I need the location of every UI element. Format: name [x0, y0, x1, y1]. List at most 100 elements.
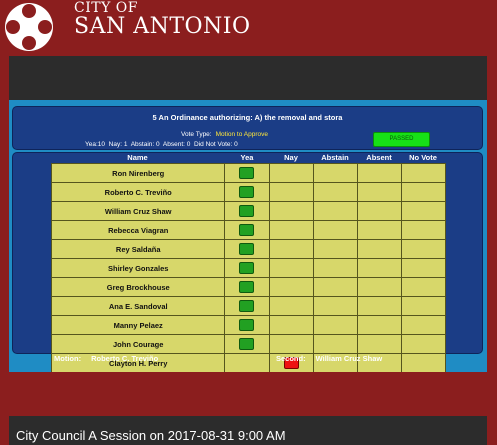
vote-cell-no-vote — [400, 239, 447, 259]
vote-cell-no-vote — [400, 163, 447, 183]
column-header-abstain: Abstain — [321, 153, 349, 162]
yea-vote-marker — [239, 299, 255, 312]
vote-cell-no-vote — [400, 353, 447, 373]
vote-cell-yea — [224, 163, 270, 183]
vote-cell-abstain — [312, 258, 358, 278]
member-name: Ana E. Sandoval — [50, 296, 226, 316]
vote-cell-yea — [224, 201, 270, 221]
column-header-nay: Nay — [284, 153, 298, 162]
member-name: Shirley Gonzales — [50, 258, 226, 278]
vote-cell-abstain — [312, 239, 358, 259]
absent-label: Absent: — [162, 141, 185, 148]
vote-cell-absent — [356, 258, 402, 278]
vote-cell-nay — [268, 334, 314, 354]
column-header-absent: Absent — [366, 153, 392, 162]
yea-label: Yea: — [85, 141, 98, 148]
vote-cell-absent — [356, 201, 402, 221]
did-not-vote-label: Did Not Vote: — [194, 141, 233, 148]
vote-cell-absent — [356, 315, 402, 335]
yea-vote-marker — [239, 223, 255, 236]
vote-cell-abstain — [312, 334, 358, 354]
vote-cell-yea — [224, 334, 270, 354]
table-row: Ana E. Sandoval — [50, 296, 447, 316]
city-seal-icon[interactable] — [4, 2, 54, 52]
vote-cell-yea — [224, 220, 270, 240]
vote-type-label: Vote Type: — [181, 131, 212, 138]
vote-cell-yea — [224, 296, 270, 316]
vote-cell-yea — [224, 182, 270, 202]
yea-count: 10 — [97, 141, 106, 148]
member-name: Rey Saldaña — [50, 239, 226, 259]
vote-cell-nay — [268, 277, 314, 297]
vote-cell-nay — [268, 315, 314, 335]
vote-cell-absent — [356, 277, 402, 297]
vote-cell-nay — [268, 220, 314, 240]
vote-cell-absent — [356, 220, 402, 240]
motion-label: Motion: — [54, 354, 82, 363]
nay-count: 1 — [123, 141, 128, 148]
vote-cell-abstain — [312, 182, 358, 202]
member-name: Greg Brockhouse — [50, 277, 226, 297]
vote-table: Ron Nirenberg Roberto C. Treviño William C… — [50, 163, 447, 373]
vote-cell-nay — [268, 239, 314, 259]
agenda-item-title: 5 An Ordinance authorizing: A) the remov… — [152, 113, 343, 122]
player-footer — [9, 372, 487, 416]
member-name: Rebecca Viagran — [50, 220, 226, 240]
member-name: William Cruz Shaw — [50, 201, 226, 221]
vote-cell-absent — [356, 296, 402, 316]
yea-vote-marker — [239, 280, 255, 293]
motion-info: Motion: Roberto C. Treviño — [54, 354, 158, 363]
table-row: John Courage — [50, 334, 447, 354]
session-caption[interactable]: City Council A Session on 2017-08-31 9:0… — [16, 428, 286, 443]
nay-label: Nay: — [108, 141, 123, 148]
vote-cell-yea — [224, 315, 270, 335]
vote-cell-yea — [224, 277, 270, 297]
yea-vote-marker — [239, 261, 255, 274]
vote-tally: Yea:10 Nay: 1 Abstain: 0 Absent: 0 Did N… — [85, 141, 238, 148]
member-name: Roberto C. Treviño — [50, 182, 226, 202]
second-value: William Cruz Shaw — [315, 354, 383, 363]
yea-vote-marker — [239, 166, 255, 179]
abstain-label: Abstain: — [130, 141, 155, 148]
vote-cell-abstain — [312, 315, 358, 335]
vote-cell-absent — [356, 182, 402, 202]
passed-badge: PASSED — [373, 132, 430, 147]
vote-summary-panel: 5 An Ordinance authorizing: A) the remov… — [12, 106, 483, 150]
second-label: Second: — [276, 354, 306, 363]
vote-cell-absent — [356, 163, 402, 183]
vote-cell-no-vote — [400, 182, 447, 202]
vote-cell-yea — [224, 353, 270, 373]
yea-vote-marker — [239, 204, 255, 217]
city-name-label[interactable]: SAN ANTONIO — [74, 14, 251, 39]
member-name: Manny Pelaez — [50, 315, 226, 335]
vote-cell-abstain — [312, 296, 358, 316]
vote-cell-no-vote — [400, 315, 447, 335]
vote-type: Vote Type: Motion to Approve — [181, 131, 268, 138]
table-row: Rebecca Viagran — [50, 220, 447, 240]
column-header-no-vote: No Vote — [409, 153, 437, 162]
yea-vote-marker — [239, 337, 255, 350]
second-info: Second: William Cruz Shaw — [276, 354, 382, 363]
vote-cell-no-vote — [400, 258, 447, 278]
member-name: Ron Nirenberg — [50, 163, 226, 183]
vote-cell-absent — [356, 239, 402, 259]
table-row: Ron Nirenberg — [50, 163, 447, 183]
column-header-yea: Yea — [240, 153, 254, 162]
vote-cell-yea — [224, 258, 270, 278]
vote-cell-absent — [356, 334, 402, 354]
vote-cell-yea — [224, 239, 270, 259]
vote-cell-abstain — [312, 163, 358, 183]
vote-cell-no-vote — [400, 277, 447, 297]
vote-cell-nay — [268, 258, 314, 278]
vote-cell-nay — [268, 296, 314, 316]
table-row: Greg Brockhouse — [50, 277, 447, 297]
absent-count: 0 — [186, 141, 191, 148]
vote-cell-no-vote — [400, 296, 447, 316]
vote-cell-no-vote — [400, 201, 447, 221]
abstain-count: 0 — [156, 141, 160, 148]
table-row: Roberto C. Treviño — [50, 182, 447, 202]
site-header: CITY OF SAN ANTONIO — [0, 0, 497, 56]
vote-cell-nay — [268, 182, 314, 202]
vote-cell-abstain — [312, 220, 358, 240]
vote-cell-abstain — [312, 277, 358, 297]
